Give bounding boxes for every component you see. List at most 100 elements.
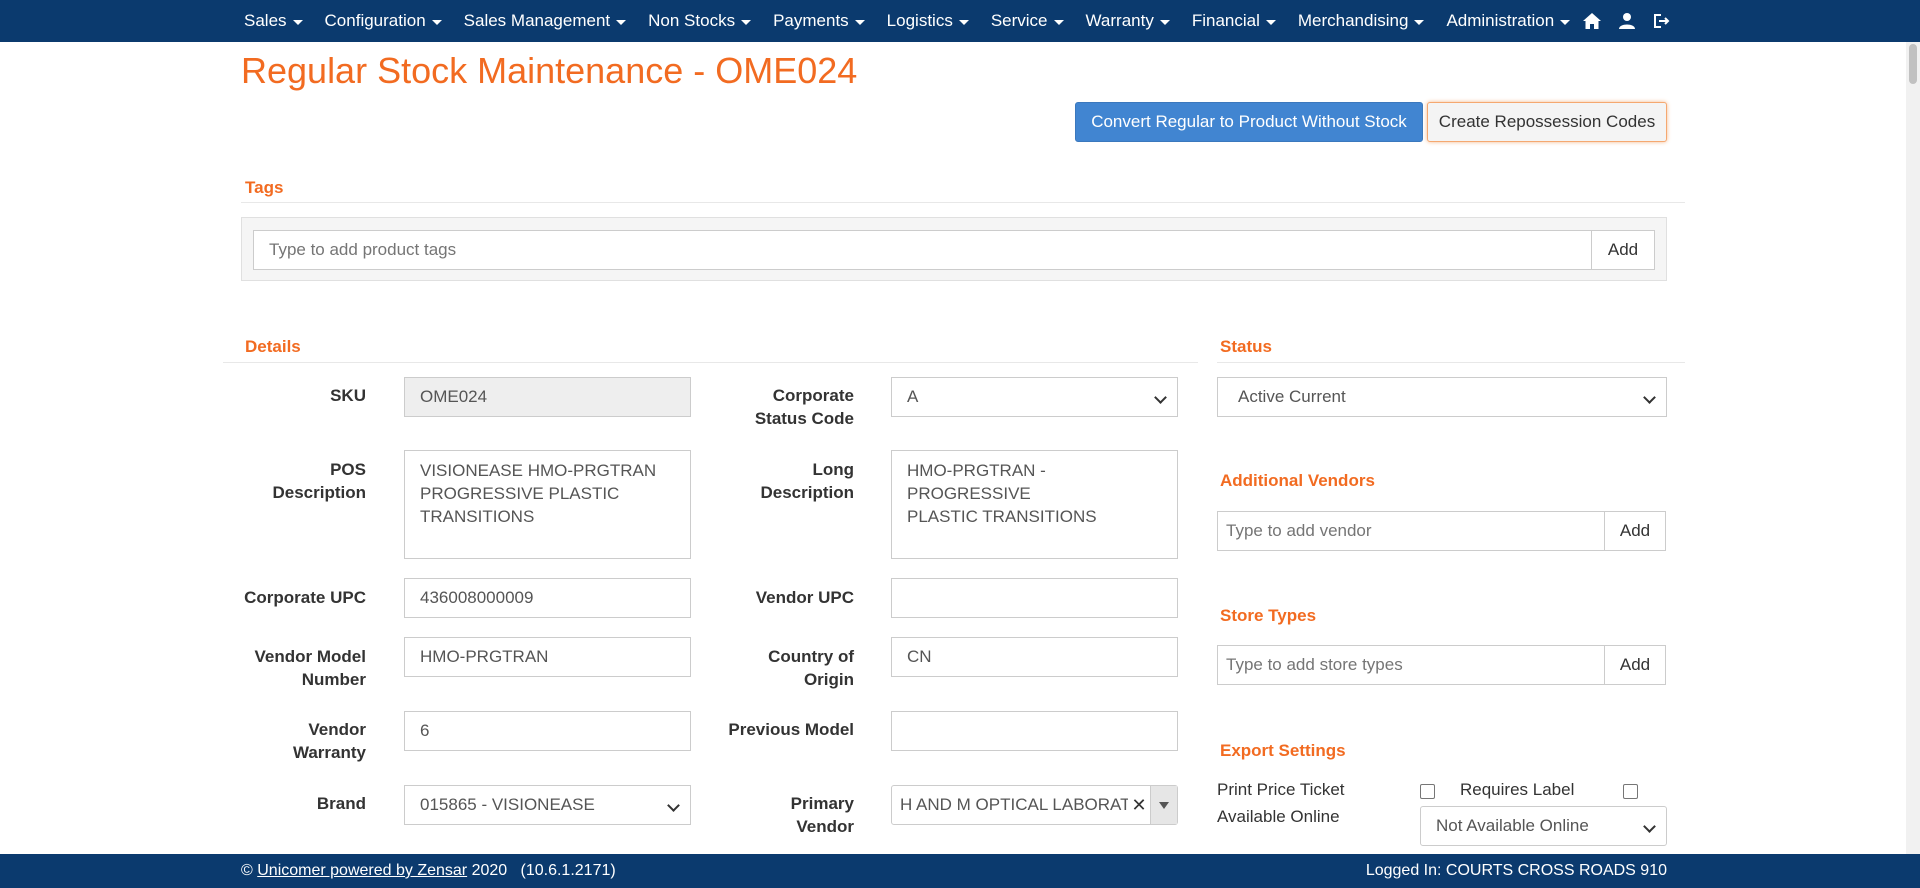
menu-label: Payments — [773, 11, 849, 30]
caret-down-icon — [854, 19, 865, 25]
available-online-select[interactable]: Not Available Online — [1420, 806, 1667, 846]
dropdown-toggle[interactable] — [1150, 786, 1177, 824]
sku-label: SKU — [330, 386, 366, 405]
page-title: Regular Stock Maintenance - OME024 — [241, 50, 858, 91]
convert-to-product-without-stock-button[interactable]: Convert Regular to Product Without Stock — [1075, 102, 1423, 142]
country-of-origin-label: Country of Origin — [700, 645, 854, 691]
corporate-upc-field[interactable]: 436008000009 — [404, 578, 691, 618]
caret-down-icon — [1159, 801, 1169, 809]
menu-label: Administration — [1446, 11, 1555, 30]
combobox-value: H AND M OPTICAL LABORATO — [900, 795, 1144, 814]
scrollbar-thumb[interactable] — [1909, 44, 1917, 84]
menu-label: Service — [990, 11, 1048, 30]
previous-model-label: Previous Model — [728, 720, 854, 739]
brand-label: Brand — [316, 794, 366, 813]
text-line: HMO-PRGTRAN - PROGRESSIVE — [907, 461, 1046, 503]
version-text: 2020 (10.6.1.2171) — [471, 862, 616, 879]
menu-non-stocks[interactable]: Non Stocks — [648, 11, 752, 31]
menu-label: Financial — [1191, 11, 1260, 30]
text-line: TRANSITIONS — [420, 507, 535, 526]
home-icon[interactable] — [1582, 12, 1602, 30]
caret-down-icon — [292, 19, 303, 25]
requires-label-label: Requires Label — [1460, 780, 1575, 799]
unicomer-zensar-link[interactable]: Unicomer powered by Zensar — [257, 862, 467, 879]
corporate-status-code-select[interactable]: A — [891, 377, 1178, 417]
menu-financial[interactable]: Financial — [1192, 11, 1276, 31]
menu-payments[interactable]: Payments — [773, 11, 865, 31]
label-line: Vendor — [308, 720, 366, 739]
clear-icon[interactable]: ✕ — [1128, 786, 1150, 824]
logged-in-status: Logged In: COURTS CROSS ROADS 910 — [1365, 862, 1667, 879]
print-price-ticket-label: Print Price Ticket — [1217, 780, 1345, 799]
label-line: Status Code — [754, 409, 854, 428]
menu-label: Configuration — [324, 11, 426, 30]
add-tag-button[interactable]: Add — [1591, 230, 1655, 270]
vendor-model-number-label: Vendor Model Number — [220, 645, 366, 691]
chevron-down-icon — [1154, 391, 1167, 404]
select-value: Not Available Online — [1436, 816, 1589, 835]
caret-down-icon — [431, 19, 442, 25]
caret-down-icon — [616, 19, 627, 25]
caret-down-icon — [741, 19, 752, 25]
text-line: VISIONEASE HMO-PRGTRAN — [420, 461, 657, 480]
text-line: PROGRESSIVE PLASTIC — [420, 484, 620, 503]
user-icon[interactable] — [1618, 12, 1636, 30]
tags-input[interactable] — [253, 230, 1592, 270]
store-types-heading: Store Types — [1220, 606, 1317, 625]
menu-logistics[interactable]: Logistics — [887, 11, 969, 31]
requires-label-checkbox[interactable] — [1623, 784, 1638, 799]
label-line: Description — [760, 483, 854, 502]
long-description-label: Long Description — [700, 458, 854, 504]
sku-field: OME024 — [404, 377, 691, 417]
menu-label: Non Stocks — [648, 11, 736, 30]
caret-down-icon — [1053, 19, 1064, 25]
long-description-textarea[interactable]: HMO-PRGTRAN - PROGRESSIVE PLASTIC TRANSI… — [891, 450, 1178, 559]
footer-copyright: © Unicomer powered by Zensar 2020 (10.6.… — [241, 862, 616, 880]
brand-select[interactable]: 015865 - VISIONEASE — [404, 785, 691, 825]
menu-service[interactable]: Service — [991, 11, 1064, 31]
pos-description-textarea[interactable]: VISIONEASE HMO-PRGTRAN PROGRESSIVE PLAST… — [404, 450, 691, 559]
tags-heading: Tags — [245, 178, 284, 197]
corporate-status-code-label: Corporate Status Code — [700, 384, 854, 430]
create-repossession-codes-button[interactable]: Create Repossession Codes — [1427, 102, 1667, 142]
scrollbar-track[interactable] — [1906, 42, 1920, 854]
export-settings-heading: Export Settings — [1220, 741, 1346, 760]
vendor-warranty-field[interactable]: 6 — [404, 711, 691, 751]
details-heading: Details — [245, 337, 301, 356]
logout-icon[interactable] — [1652, 12, 1670, 30]
print-price-ticket-checkbox[interactable] — [1420, 784, 1435, 799]
menu-merchandising[interactable]: Merchandising — [1298, 11, 1425, 31]
vendor-upc-field[interactable] — [891, 578, 1178, 618]
menu-warranty[interactable]: Warranty — [1086, 11, 1170, 31]
vendor-warranty-label: Vendor Warranty — [250, 718, 366, 764]
status-heading: Status — [1220, 337, 1272, 356]
label-line: Warranty — [292, 743, 366, 762]
footer: © Unicomer powered by Zensar 2020 (10.6.… — [0, 854, 1920, 888]
menu-configuration[interactable]: Configuration — [325, 11, 442, 31]
divider — [1217, 362, 1685, 363]
add-store-type-button[interactable]: Add — [1604, 645, 1666, 685]
menu-sales-management[interactable]: Sales Management — [463, 11, 627, 31]
vendor-model-number-field[interactable]: HMO-PRGTRAN — [404, 637, 691, 677]
corporate-upc-label: Corporate UPC — [244, 588, 366, 607]
store-types-input[interactable] — [1217, 645, 1605, 685]
chevron-down-icon — [667, 799, 680, 812]
menu-label: Warranty — [1085, 11, 1154, 30]
pos-description-label: POS Description — [250, 458, 366, 504]
previous-model-field[interactable] — [891, 711, 1178, 751]
additional-vendor-input[interactable] — [1217, 511, 1605, 551]
status-select[interactable]: Active Current — [1217, 377, 1667, 417]
menu-sales[interactable]: Sales — [244, 11, 303, 31]
label-line: Vendor — [796, 817, 854, 836]
country-of-origin-field[interactable]: CN — [891, 637, 1178, 677]
menu-label: Merchandising — [1297, 11, 1409, 30]
caret-down-icon — [958, 19, 969, 25]
additional-vendors-heading: Additional Vendors — [1220, 471, 1375, 490]
add-vendor-button[interactable]: Add — [1604, 511, 1666, 551]
menu-administration[interactable]: Administration — [1446, 11, 1571, 31]
label-line: Description — [272, 483, 366, 502]
menu-label: Sales Management — [463, 11, 611, 30]
caret-down-icon — [1265, 19, 1276, 25]
copyright-symbol: © — [241, 862, 253, 879]
vendor-upc-label: Vendor UPC — [755, 588, 854, 607]
